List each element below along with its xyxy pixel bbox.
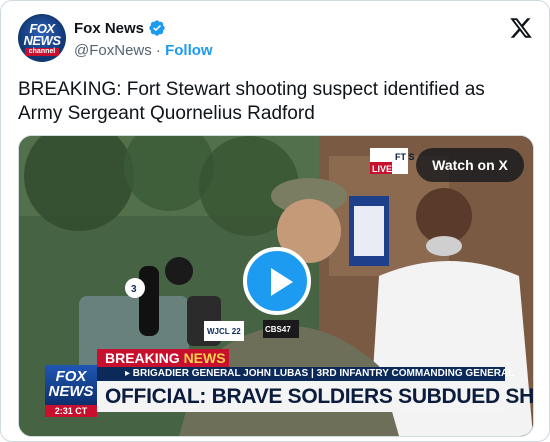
follow-button[interactable]: Follow bbox=[165, 42, 213, 59]
x-logo-icon[interactable] bbox=[509, 16, 533, 40]
breaking-news-bar: BREAKING NEWS bbox=[97, 349, 229, 367]
play-button[interactable] bbox=[243, 247, 311, 315]
fox-news-logo: FOX NEWS bbox=[45, 365, 97, 405]
avatar[interactable]: FOX NEWS channel bbox=[18, 14, 66, 62]
mic-label-cbs: CBS47 bbox=[265, 325, 291, 334]
video-player[interactable]: FT S LIVE WJCL 22 CBS47 3 Watch on X BRE… bbox=[18, 135, 534, 437]
corner-tag: FT S bbox=[395, 152, 415, 162]
separator-dot: · bbox=[155, 42, 161, 59]
broadcast-clock: 2:31 CT bbox=[45, 405, 97, 417]
mic-label-wjcl: WJCL 22 bbox=[207, 327, 241, 336]
author-handle-row: @FoxNews · Follow bbox=[74, 42, 213, 59]
lower-third-subline: ▸ BRIGADIER GENERAL JOHN LUBAS | 3RD INF… bbox=[97, 367, 514, 381]
live-tag: LIVE bbox=[372, 164, 392, 174]
news-label: NEWS bbox=[183, 350, 226, 366]
avatar-logo-text: FOX NEWS bbox=[23, 21, 62, 48]
author-handle[interactable]: @FoxNews bbox=[74, 42, 152, 59]
play-icon bbox=[271, 268, 293, 296]
mic-label-3: 3 bbox=[131, 284, 137, 295]
author-name[interactable]: Fox News bbox=[74, 20, 144, 37]
verified-badge-icon bbox=[148, 19, 166, 37]
tweet-card: FOX NEWS channel Fox News @FoxNews · Fol… bbox=[0, 0, 550, 442]
tweet-text: BREAKING: Fort Stewart shooting suspect … bbox=[18, 79, 485, 124]
author-name-row: Fox News bbox=[74, 19, 166, 37]
lower-third-headline: OFFICIAL: BRAVE SOLDIERS SUBDUED SHOOTER bbox=[97, 381, 533, 412]
watch-on-x-button[interactable]: Watch on X bbox=[416, 148, 524, 182]
breaking-label: BREAKING bbox=[105, 350, 184, 366]
avatar-channel-text: channel bbox=[25, 48, 59, 56]
